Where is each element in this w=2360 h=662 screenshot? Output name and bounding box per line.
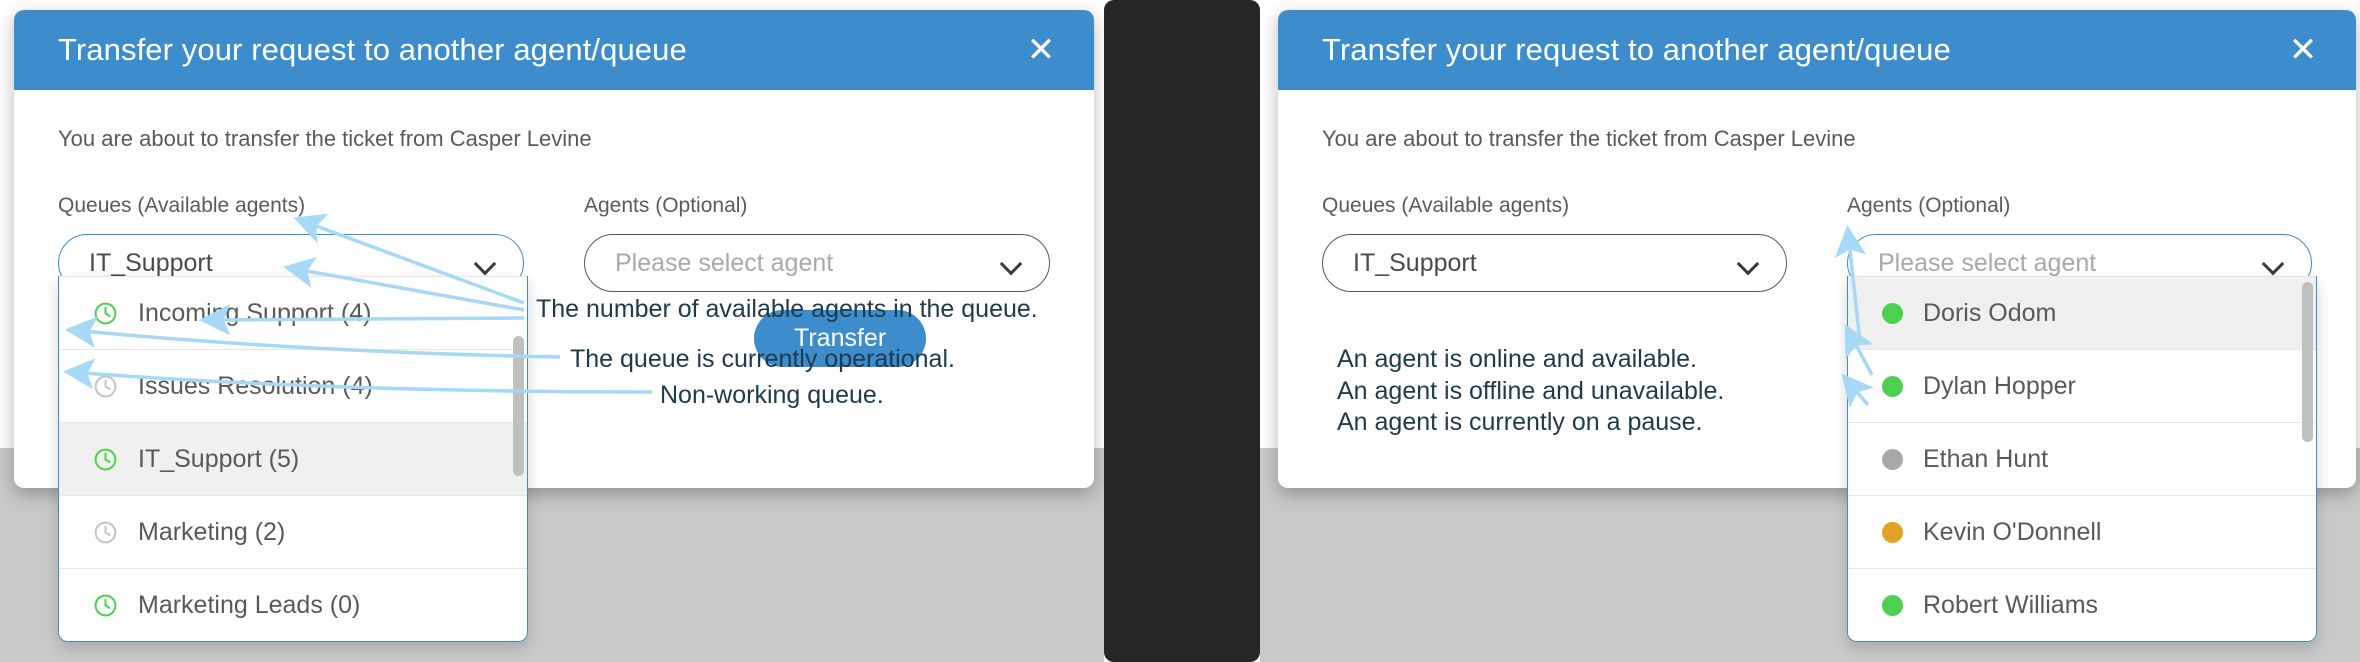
agent-list-item-label: Ethan Hunt <box>1923 444 2049 473</box>
agents-field: Agents (Optional) Please select agent Do… <box>1847 194 2317 642</box>
annotation-available-agents: The number of available agents in the qu… <box>536 295 1038 323</box>
dialog-header: Transfer your request to another agent/q… <box>1278 10 2356 90</box>
clock-icon <box>93 301 118 326</box>
chevron-down-icon <box>1738 252 1760 274</box>
agent-list-item-label: Robert Williams <box>1923 590 2099 619</box>
queues-field: Queues (Available agents) IT_Support <box>1322 194 1787 292</box>
transfer-dialog-left: Transfer your request to another agent/q… <box>14 10 1094 642</box>
dialog-title: Transfer your request to another agent/q… <box>58 32 687 67</box>
status-dot-icon <box>1882 521 1903 543</box>
annotation-non-working-queue: Non-working queue. <box>660 381 884 409</box>
queue-list-item[interactable]: IT_Support (5) <box>59 422 527 495</box>
dialog-title: Transfer your request to another agent/q… <box>1322 32 1951 67</box>
agent-select[interactable]: Please select agent <box>584 234 1050 292</box>
agent-list-item[interactable]: Doris Odom <box>1848 276 2316 349</box>
dialog-subtitle: You are about to transfer the ticket fro… <box>58 126 592 151</box>
annotation-agent-online: An agent is online and available. <box>1337 345 1697 373</box>
status-dot-icon <box>1882 448 1903 470</box>
agent-list-item[interactable]: Dylan Hopper <box>1848 349 2316 422</box>
queues-label: Queues (Available agents) <box>58 194 306 217</box>
queue-list-item-label: IT_Support (5) <box>138 444 300 473</box>
queue-list-item[interactable]: Incoming Support (4) <box>59 276 527 349</box>
close-icon[interactable]: ✕ <box>2280 27 2326 73</box>
chevron-down-icon <box>2263 252 2285 274</box>
agent-list-item-label: Doris Odom <box>1923 298 2057 327</box>
dialog-subtitle: You are about to transfer the ticket fro… <box>1322 126 1856 151</box>
queue-list-item-label: Marketing Leads (0) <box>138 590 361 619</box>
agents-label: Agents (Optional) <box>1847 194 2011 217</box>
queue-list-item-label: Marketing (2) <box>138 517 286 546</box>
agent-dropdown-scrollbar[interactable] <box>2302 282 2313 442</box>
status-dot-icon <box>1882 375 1903 397</box>
queue-select-value: IT_Support <box>89 248 213 277</box>
queue-list-item[interactable]: Issues Resolution (4) <box>59 349 527 422</box>
annotation-agent-offline: An agent is offline and unavailable. <box>1337 377 1725 405</box>
agent-list-item-label: Kevin O'Donnell <box>1923 517 2102 546</box>
chevron-down-icon <box>475 252 497 274</box>
agent-list-item[interactable]: Kevin O'Donnell <box>1848 495 2316 568</box>
clock-icon <box>93 447 118 472</box>
queue-list-item[interactable]: Marketing Leads (0) <box>59 568 527 641</box>
agent-dropdown-list[interactable]: Doris Odom Dylan Hopper Ethan Hunt Kevin O'… <box>1847 276 2317 642</box>
queue-list-item-label: Incoming Support (4) <box>138 298 372 327</box>
screenshot-stage: Transfer your request to another agent/q… <box>0 0 2360 662</box>
status-dot-icon <box>1882 594 1903 616</box>
queue-list-item[interactable]: Marketing (2) <box>59 495 527 568</box>
clock-icon <box>93 593 118 618</box>
annotation-agent-pause: An agent is currently on a pause. <box>1337 408 1703 436</box>
field-row: Queues (Available agents) IT_Support Inc… <box>58 194 1050 642</box>
left-panel: Transfer your request to another agent/q… <box>0 0 1104 662</box>
panel-divider <box>1104 0 1260 662</box>
status-dot-icon <box>1882 302 1903 324</box>
clock-icon <box>93 374 118 399</box>
agent-select-placeholder: Please select agent <box>1878 248 2097 277</box>
annotation-operational-queue: The queue is currently operational. <box>570 345 955 373</box>
queue-select[interactable]: IT_Support <box>1322 234 1787 292</box>
dialog-body: You are about to transfer the ticket fro… <box>1278 90 2356 642</box>
queue-select-value: IT_Support <box>1353 248 1477 277</box>
agent-select-placeholder: Please select agent <box>615 248 834 277</box>
chevron-down-icon <box>1001 252 1023 274</box>
agents-field: Agents (Optional) Please select agent <box>584 194 1050 292</box>
dialog-header: Transfer your request to another agent/q… <box>14 10 1094 90</box>
agent-list-item-label: Dylan Hopper <box>1923 371 2076 400</box>
dialog-body: You are about to transfer the ticket fro… <box>14 90 1094 642</box>
queue-list-item-label: Issues Resolution (4) <box>138 371 373 400</box>
queue-dropdown-scrollbar[interactable] <box>513 336 524 476</box>
clock-icon <box>93 520 118 545</box>
agent-list-item[interactable]: Ethan Hunt <box>1848 422 2316 495</box>
queue-dropdown-list[interactable]: Incoming Support (4) Issues Resolution (4… <box>58 276 528 642</box>
right-panel: Transfer your request to another agent/q… <box>1260 0 2360 662</box>
queues-field: Queues (Available agents) IT_Support Inc… <box>58 194 528 642</box>
agents-label: Agents (Optional) <box>584 194 748 217</box>
field-row: Queues (Available agents) IT_Support Age… <box>1322 194 2317 642</box>
queues-label: Queues (Available agents) <box>1322 194 1570 217</box>
close-icon[interactable]: ✕ <box>1018 27 1064 73</box>
agent-list-item[interactable]: Robert Williams <box>1848 568 2316 641</box>
